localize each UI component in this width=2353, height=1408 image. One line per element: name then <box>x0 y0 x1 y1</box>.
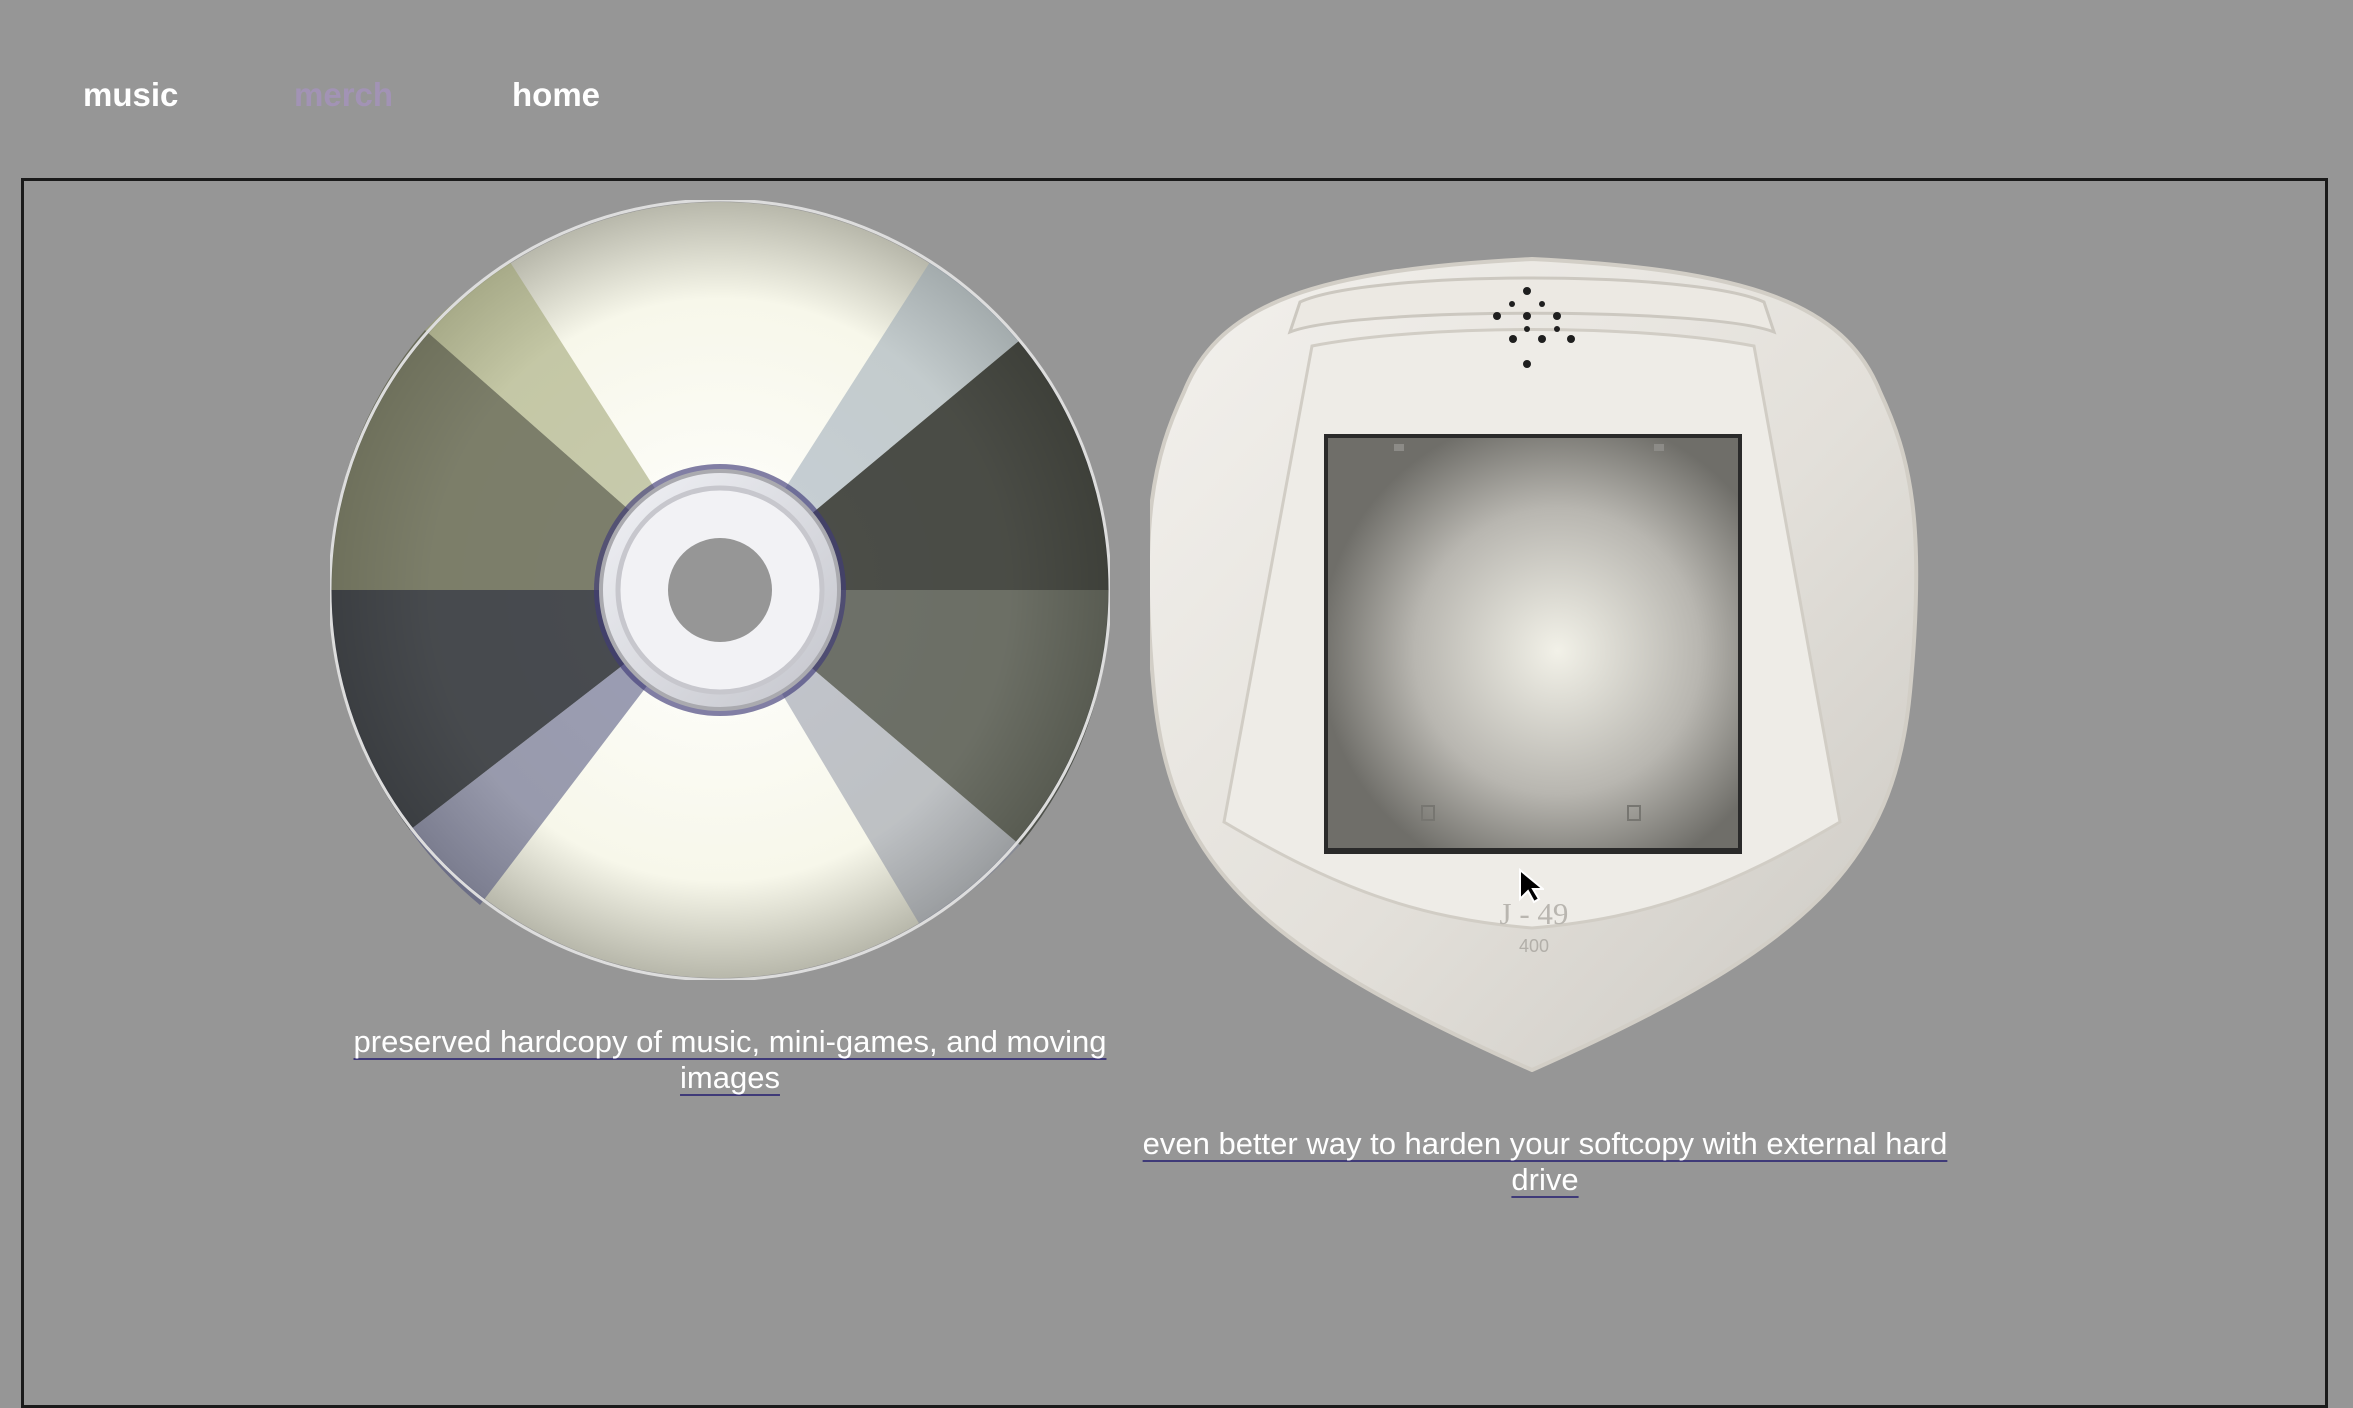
drive-caption-text[interactable]: even better way to harden your softcopy … <box>1143 1126 1948 1197</box>
arrow-cursor-icon <box>1519 868 1544 904</box>
cd-product-image[interactable] <box>330 200 1110 980</box>
cd-hole <box>668 538 772 642</box>
cd-caption-link[interactable]: preserved hardcopy of music, mini-games,… <box>320 1024 1140 1096</box>
nav-link-home[interactable]: home <box>512 72 600 118</box>
drive-screen <box>1328 438 1738 848</box>
top-navigation: music merch home <box>0 0 2353 180</box>
nav-link-music[interactable]: music <box>83 72 178 118</box>
drive-caption-link[interactable]: even better way to harden your softcopy … <box>1140 1126 1950 1198</box>
drive-capacity-label: 400 <box>1519 936 1549 956</box>
drive-product-image[interactable]: J - 49 400 <box>1150 212 1926 1072</box>
nav-link-merch[interactable]: merch <box>294 72 393 118</box>
cd-caption-text[interactable]: preserved hardcopy of music, mini-games,… <box>354 1024 1107 1095</box>
